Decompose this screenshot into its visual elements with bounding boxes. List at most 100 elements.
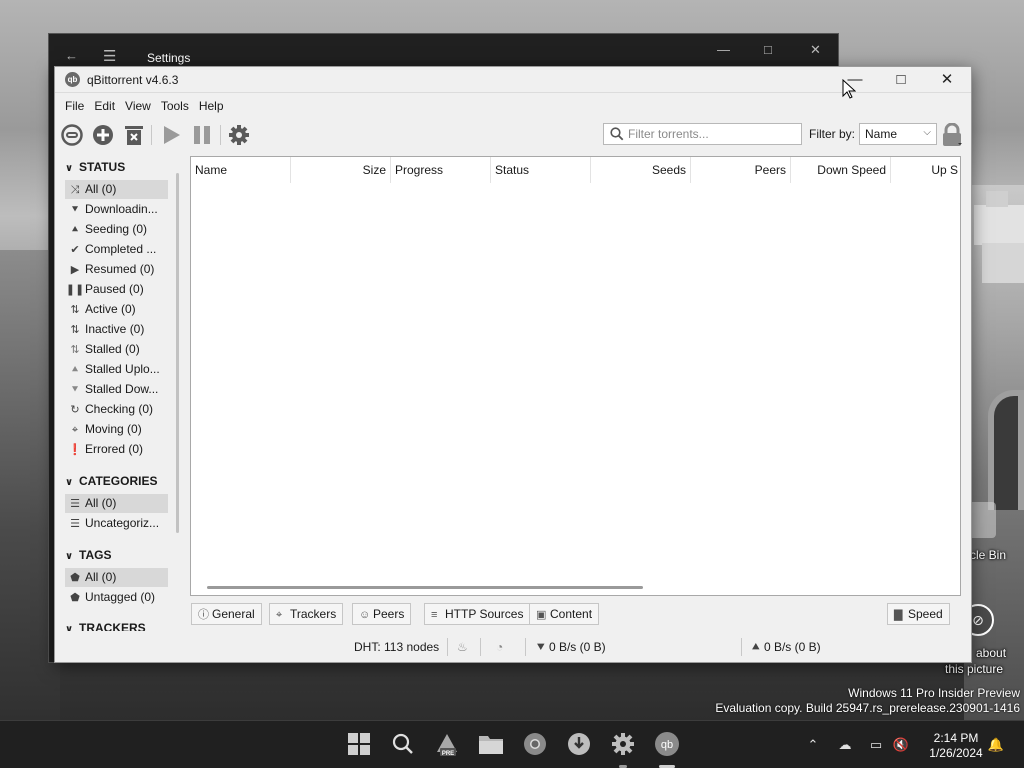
category-filter-uncategorized[interactable]: ☰ Uncategoriz... xyxy=(65,514,168,533)
taskbar-search-button[interactable] xyxy=(390,731,416,757)
file-explorer-taskbar-button[interactable] xyxy=(478,731,504,757)
status-filter-stalled-downloading[interactable]: ⯆ Stalled Dow... xyxy=(65,380,168,399)
volume-muted-icon[interactable]: 🔇 xyxy=(892,737,910,753)
tab-label: General xyxy=(212,607,255,621)
status-section-header[interactable]: ∨ STATUS xyxy=(65,157,125,177)
tag-filter-untagged[interactable]: ⬟ Untagged (0) xyxy=(65,588,168,607)
lock-icon xyxy=(943,122,962,146)
status-filter-stalled[interactable]: ⇅ Stalled (0) xyxy=(65,340,168,359)
status-filter-checking[interactable]: ↻ Checking (0) xyxy=(65,400,168,419)
qbittorrent-logo-icon: qb xyxy=(65,72,80,87)
category-filter-all[interactable]: ☰ All (0) xyxy=(65,494,168,513)
back-arrow-icon[interactable]: ← xyxy=(65,48,78,63)
tab-speed[interactable]: ▇ Speed xyxy=(887,603,950,625)
status-filter-errored[interactable]: ❗ Errored (0) xyxy=(65,440,168,459)
column-name[interactable]: Name xyxy=(191,157,291,183)
about-picture-label[interactable]: about xyxy=(976,646,1006,660)
lock-ui-button[interactable] xyxy=(941,122,963,147)
tab-general[interactable]: ⓘ General xyxy=(191,603,262,625)
qbittorrent-taskbar-button[interactable]: qb xyxy=(654,731,680,757)
tab-peers[interactable]: ☺ Peers xyxy=(352,603,412,625)
filter-by-dropdown[interactable]: Name ⌵ xyxy=(859,123,937,145)
status-filter-resumed[interactable]: ▶ Resumed (0) xyxy=(65,260,168,279)
filter-label: All (0) xyxy=(85,570,117,584)
status-filter-seeding[interactable]: ⯅ Seeding (0) xyxy=(65,220,168,239)
edge-canary-taskbar-button[interactable]: PRE xyxy=(434,731,460,757)
column-progress[interactable]: Progress xyxy=(391,157,491,183)
database-icon: ≡ xyxy=(431,609,438,621)
menu-help[interactable]: Help xyxy=(195,95,230,117)
upload-speed-status[interactable]: ⯅ 0 B/s (0 B) xyxy=(751,640,821,655)
status-filter-stalled-uploading[interactable]: ⯅ Stalled Uplo... xyxy=(65,360,168,379)
status-filter-moving[interactable]: ⌖ Moving (0) xyxy=(65,420,168,439)
alt-speed-icon[interactable]: ◔ xyxy=(496,640,503,654)
menu-tools[interactable]: Tools xyxy=(157,95,195,117)
show-hidden-icons-chevron-icon[interactable]: ⌃ xyxy=(804,737,822,753)
categories-section-header[interactable]: ∨ CATEGORIES xyxy=(65,471,157,491)
delete-torrent-button[interactable] xyxy=(121,122,147,148)
recycle-bin-icon[interactable] xyxy=(968,502,996,538)
status-filter-all[interactable]: ⤨ All (0) xyxy=(65,180,168,199)
close-button[interactable]: ✕ xyxy=(924,70,970,92)
menu-view[interactable]: View xyxy=(121,95,157,117)
filter-torrents-box[interactable] xyxy=(603,123,802,145)
options-button[interactable] xyxy=(226,122,252,148)
settings-maximize-icon[interactable]: □ xyxy=(764,42,772,57)
trackers-section-header[interactable]: ∨ TRACKERS xyxy=(65,618,146,631)
status-filter-paused[interactable]: ❚❚Paused (0) xyxy=(65,280,168,299)
column-seeds[interactable]: Seeds xyxy=(591,157,691,183)
menu-file[interactable]: File xyxy=(61,95,90,117)
horizontal-scrollbar[interactable] xyxy=(207,586,643,589)
download-speed-status[interactable]: ⯆ 0 B/s (0 B) xyxy=(536,640,606,655)
status-filter-active[interactable]: ⇅ Active (0) xyxy=(65,300,168,319)
notification-bell-icon[interactable]: 🔔 xyxy=(987,737,1005,753)
status-filter-inactive[interactable]: ⇅ Inactive (0) xyxy=(65,320,168,339)
recycle-bin-label[interactable]: cle Bin xyxy=(970,548,1006,562)
windows-start-icon xyxy=(348,733,370,755)
hamburger-menu-icon[interactable]: ☰ xyxy=(103,47,116,65)
filter-torrents-input[interactable] xyxy=(628,126,796,142)
tags-header-label: TAGS xyxy=(79,548,112,562)
tag-filter-all[interactable]: ⬟ All (0) xyxy=(65,568,168,587)
chrome-taskbar-button[interactable] xyxy=(522,731,548,757)
installer-taskbar-button[interactable] xyxy=(566,731,592,757)
tab-content[interactable]: ▣ Content xyxy=(529,603,600,625)
stalled-download-icon: ⯆ xyxy=(70,384,80,396)
window-title: qBittorrent v4.6.3 xyxy=(87,73,179,87)
menu-edit[interactable]: Edit xyxy=(90,95,121,117)
sidebar-scrollbar[interactable] xyxy=(176,173,179,533)
column-size[interactable]: Size xyxy=(291,157,391,183)
add-torrent-link-button[interactable] xyxy=(59,122,85,148)
filter-label: Inactive (0) xyxy=(85,322,145,336)
settings-minimize-icon[interactable]: — xyxy=(717,42,730,57)
maximize-button[interactable]: □ xyxy=(878,70,924,92)
onedrive-icon[interactable]: ☁ xyxy=(836,737,854,753)
upload-speed-value: 0 B/s (0 B) xyxy=(763,640,821,654)
start-button[interactable] xyxy=(346,731,372,757)
column-peers[interactable]: Peers xyxy=(691,157,791,183)
clock[interactable]: 2:14 PM 1/26/2024 xyxy=(925,731,987,761)
column-down-speed[interactable]: Down Speed xyxy=(791,157,891,183)
about-picture-label-2[interactable]: this picture xyxy=(945,662,1003,676)
column-up-speed[interactable]: Up S xyxy=(891,157,960,183)
column-status[interactable]: Status xyxy=(491,157,591,183)
settings-taskbar-button[interactable] xyxy=(610,731,636,757)
qbittorrent-taskbar-logo: qb xyxy=(661,739,673,751)
search-icon xyxy=(610,127,624,141)
status-bar: DHT: 113 nodes ♨ ◔ ⯆ 0 B/s (0 B) ⯅ 0 B/s… xyxy=(55,633,971,663)
pause-button[interactable] xyxy=(189,122,215,148)
title-bar[interactable]: qb qBittorrent v4.6.3 — □ ✕ xyxy=(55,67,971,93)
status-header-label: STATUS xyxy=(79,160,126,174)
add-torrent-file-button[interactable] xyxy=(90,122,116,148)
resume-button[interactable] xyxy=(158,122,184,148)
tab-http-sources[interactable]: ≡ HTTP Sources xyxy=(424,603,531,625)
status-filter-downloading[interactable]: ⯆ Downloadin... xyxy=(65,200,168,219)
filter-label: Resumed (0) xyxy=(85,262,155,276)
tab-trackers[interactable]: ⌖ Trackers xyxy=(269,603,344,625)
tags-section-header[interactable]: ∨ TAGS xyxy=(65,545,111,565)
torrent-table[interactable]: Name Size Progress Status Seeds Peers Do… xyxy=(190,156,961,596)
status-filter-completed[interactable]: ✔ Completed ... xyxy=(65,240,168,259)
qbittorrent-window[interactable]: qb qBittorrent v4.6.3 — □ ✕ File Edit Vi… xyxy=(54,66,972,663)
settings-close-icon[interactable]: ✕ xyxy=(810,42,821,58)
network-icon[interactable]: ▭ xyxy=(867,737,885,753)
